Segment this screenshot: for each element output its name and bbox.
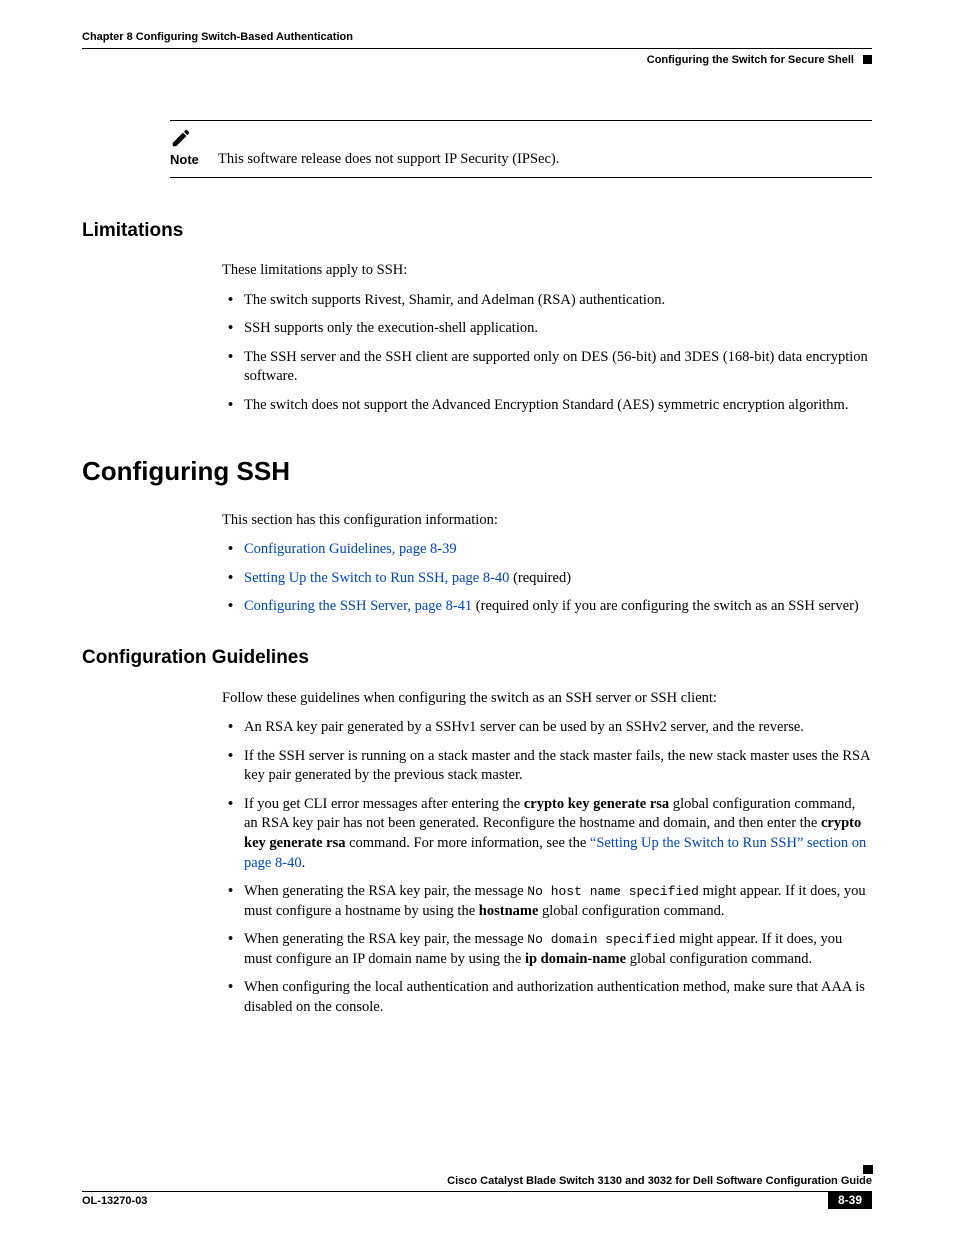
list-item: The SSH server and the SSH client are su… [222, 348, 872, 387]
note-label: Note [170, 152, 199, 167]
section-label: Configuring the Switch for Secure Shell [82, 53, 872, 68]
list-item: When generating the RSA key pair, the me… [222, 930, 872, 969]
note-text: This software release does not support I… [218, 150, 872, 171]
text-fragment: If you get CLI error messages after ente… [244, 796, 524, 812]
list-item: When generating the RSA key pair, the me… [222, 882, 872, 921]
limitations-list: The switch supports Rivest, Shamir, and … [222, 291, 872, 416]
config-guidelines-heading: Configuration Guidelines [82, 645, 872, 671]
text-fragment: command. For more information, see the [345, 835, 589, 851]
note-rule-top [170, 120, 872, 121]
guidelines-body: Follow these guidelines when configuring… [222, 689, 872, 1018]
footer-doc-id: OL-13270-03 [82, 1191, 210, 1209]
note-rule-bottom [170, 177, 872, 178]
footer-doc-title: Cisco Catalyst Blade Switch 3130 and 303… [82, 1174, 872, 1189]
guidelines-intro: Follow these guidelines when configuring… [222, 689, 872, 709]
header-rule [82, 48, 872, 49]
list-item: An RSA key pair generated by a SSHv1 ser… [222, 718, 872, 738]
guidelines-list: An RSA key pair generated by a SSHv1 ser… [222, 718, 872, 1017]
page-footer: Cisco Catalyst Blade Switch 3130 and 303… [82, 1174, 872, 1209]
header-square-icon [863, 55, 872, 64]
text-fragment: When generating the RSA key pair, the me… [244, 883, 527, 899]
text-fragment: . [302, 855, 306, 871]
code-text: No domain specified [527, 932, 675, 947]
note-icon-cell: Note [170, 127, 218, 171]
pencil-icon [170, 127, 192, 149]
list-item: The switch does not support the Advanced… [222, 396, 872, 416]
list-item: Setting Up the Switch to Run SSH, page 8… [222, 569, 872, 589]
command-text: hostname [479, 903, 539, 919]
note-block: Note This software release does not supp… [170, 120, 872, 178]
link-config-ssh-server[interactable]: Configuring the SSH Server, page 8-41 [244, 598, 472, 614]
footer-tab-icon [863, 1165, 873, 1174]
limitations-heading: Limitations [82, 218, 872, 244]
code-text: No host name specified [527, 884, 699, 899]
footer-rule [210, 1191, 828, 1209]
section-text: Configuring the Switch for Secure Shell [647, 54, 854, 66]
list-item: If you get CLI error messages after ente… [222, 795, 872, 873]
content-area: Note This software release does not supp… [82, 120, 872, 1027]
suffix-text: (required) [509, 570, 571, 586]
command-text: ip domain-name [525, 951, 626, 967]
list-item: Configuring the SSH Server, page 8-41 (r… [222, 597, 872, 617]
configuring-ssh-heading: Configuring SSH [82, 454, 872, 489]
footer-bar: OL-13270-03 8-39 [82, 1191, 872, 1209]
configssh-list: Configuration Guidelines, page 8-39 Sett… [222, 540, 872, 617]
configssh-intro: This section has this configuration info… [222, 511, 872, 531]
chapter-label: Chapter 8 Configuring Switch-Based Authe… [82, 30, 872, 45]
limitations-intro: These limitations apply to SSH: [222, 261, 872, 281]
list-item: When configuring the local authenticatio… [222, 978, 872, 1017]
list-item: SSH supports only the execution-shell ap… [222, 319, 872, 339]
list-item: If the SSH server is running on a stack … [222, 747, 872, 786]
document-page: Chapter 8 Configuring Switch-Based Authe… [0, 0, 954, 1235]
configssh-body: This section has this configuration info… [222, 511, 872, 617]
text-fragment: When generating the RSA key pair, the me… [244, 931, 527, 947]
page-header: Chapter 8 Configuring Switch-Based Authe… [82, 30, 872, 68]
text-fragment: global configuration command. [538, 903, 724, 919]
command-text: crypto key generate rsa [524, 796, 669, 812]
limitations-body: These limitations apply to SSH: The swit… [222, 261, 872, 415]
link-setup-ssh[interactable]: Setting Up the Switch to Run SSH, page 8… [244, 570, 509, 586]
text-fragment: global configuration command. [626, 951, 812, 967]
link-config-guidelines[interactable]: Configuration Guidelines, page 8-39 [244, 541, 457, 557]
list-item: The switch supports Rivest, Shamir, and … [222, 291, 872, 311]
suffix-text: (required only if you are configuring th… [472, 598, 859, 614]
footer-page-number: 8-39 [828, 1191, 872, 1209]
list-item: Configuration Guidelines, page 8-39 [222, 540, 872, 560]
